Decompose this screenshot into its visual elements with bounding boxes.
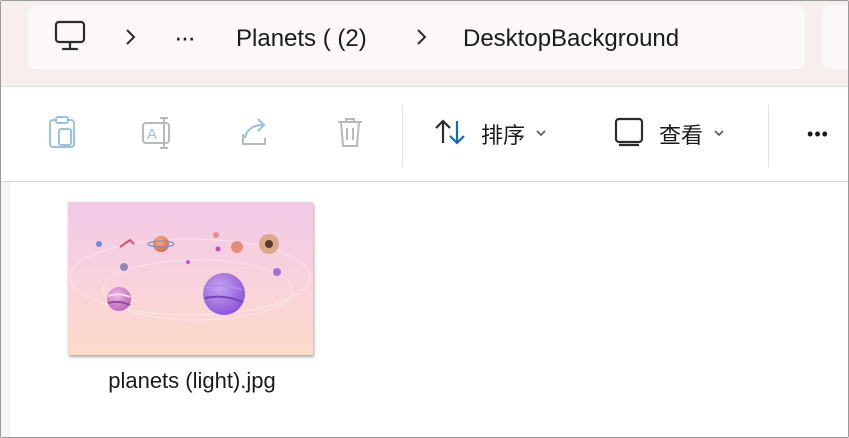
delete-button[interactable]: [327, 87, 373, 181]
svg-text:A: A: [147, 126, 157, 143]
chevron-down-icon: [535, 125, 547, 143]
sort-icon: [433, 116, 469, 153]
file-name-label: planets (light).jpg: [108, 368, 276, 393]
clipboard-icon: [47, 115, 77, 154]
planets-wallpaper-image: [68, 202, 313, 355]
share-icon: [237, 116, 271, 153]
rename-button[interactable]: A: [135, 87, 181, 181]
sort-label: 排序: [481, 123, 526, 148]
breadcrumb-overflow[interactable]: ···: [174, 19, 196, 55]
trash-icon: [335, 115, 365, 154]
view-label: 查看: [659, 123, 704, 148]
breadcrumb-item-desktopbackground[interactable]: DesktopBackground: [463, 21, 679, 57]
address-bar-region: ··· Planets ( (2) DesktopBackground: [1, 1, 848, 87]
paste-button[interactable]: [39, 87, 85, 181]
chevron-right-icon[interactable]: [123, 27, 137, 52]
share-button[interactable]: [231, 87, 277, 181]
search-box[interactable]: [822, 5, 848, 69]
chevron-down-icon: [713, 125, 725, 143]
address-bar[interactable]: ··· Planets ( (2) DesktopBackground: [28, 5, 805, 69]
more-options-button[interactable]: •••: [793, 87, 843, 181]
chevron-right-icon[interactable]: [414, 27, 428, 52]
view-button[interactable]: 查看: [613, 87, 743, 181]
navigation-pane-edge: [1, 182, 10, 437]
more-icon: •••: [807, 123, 829, 144]
toolbar-divider: [402, 105, 403, 167]
file-thumbnail[interactable]: [68, 202, 313, 355]
command-bar: A 排序 查看 •••: [1, 87, 848, 182]
sort-button[interactable]: 排序: [433, 87, 563, 181]
rename-icon: A: [140, 115, 176, 154]
this-pc-icon[interactable]: [54, 19, 86, 58]
toolbar-divider: [768, 105, 769, 167]
breadcrumb-item-planets[interactable]: Planets ( (2): [236, 21, 367, 57]
file-list-area: planets (light).jpg: [1, 182, 848, 437]
view-icon: [613, 116, 647, 153]
file-explorer-window: ··· Planets ( (2) DesktopBackground A 排序…: [0, 0, 849, 438]
